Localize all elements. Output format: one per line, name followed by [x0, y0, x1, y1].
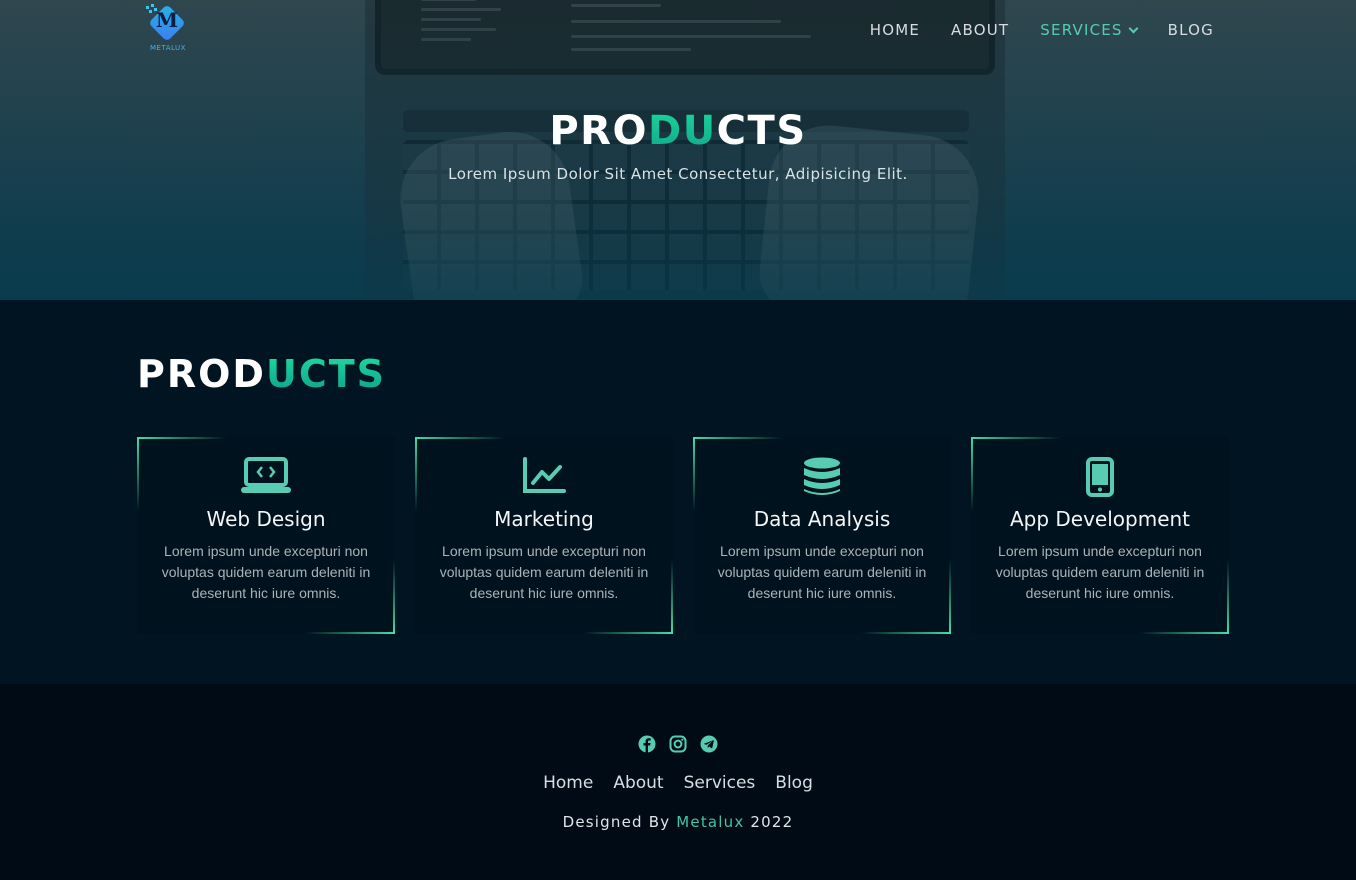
card-text: Lorem ipsum unde excepturi non voluptas …	[995, 543, 1205, 601]
card-title: App Development	[1009, 507, 1191, 531]
product-card-marketing[interactable]: Marketing Lorem ipsum unde excepturi non…	[415, 437, 673, 634]
logo-text: METALUX	[150, 44, 186, 52]
card-text: Lorem ipsum unde excepturi non voluptas …	[717, 543, 927, 601]
product-card-web-design[interactable]: Web Design Lorem ipsum unde excepturi no…	[137, 437, 395, 634]
hero-title-highlight: DU	[647, 108, 717, 154]
chart-line-icon	[415, 457, 673, 497]
footer-links: Home About Services Blog	[0, 773, 1356, 793]
database-icon	[693, 457, 951, 497]
product-card-data-analysis[interactable]: Data Analysis Lorem ipsum unde excepturi…	[693, 437, 951, 634]
nav-blog-label: BLOG	[1167, 21, 1214, 39]
footer-link-about[interactable]: About	[613, 773, 663, 793]
products-section: PRODUCTS Web Design Lorem ipsum unde exc…	[0, 300, 1356, 684]
footer: Home About Services Blog Designed By Met…	[0, 684, 1356, 880]
footer-link-services[interactable]: Services	[684, 773, 756, 793]
social-links	[0, 735, 1356, 753]
hero-section: M METALUX HOME ABOUT SERVICES BLOG PRODU…	[0, 0, 1356, 300]
footer-link-home[interactable]: Home	[543, 773, 593, 793]
card-text: Lorem ipsum unde excepturi non voluptas …	[439, 543, 649, 601]
nav-home-label: HOME	[869, 21, 921, 39]
card-title: Marketing	[494, 507, 594, 531]
card-title: Data Analysis	[753, 507, 891, 531]
chevron-down-icon	[1128, 23, 1139, 33]
products-title-highlight: UCTS	[265, 352, 387, 396]
facebook-icon[interactable]	[638, 735, 656, 753]
nav-item-blog[interactable]: BLOG	[1168, 21, 1214, 39]
telegram-icon[interactable]	[700, 735, 718, 753]
credit-prefix: Designed By	[562, 813, 671, 831]
credit-year: 2022	[750, 813, 794, 831]
instagram-icon[interactable]	[669, 735, 687, 753]
nav-item-about[interactable]: ABOUT	[951, 21, 1009, 39]
products-title: PRODUCTS	[137, 352, 386, 396]
hero-title-part1: PRO	[549, 108, 648, 154]
card-text: Lorem ipsum unde excepturi non voluptas …	[161, 543, 371, 601]
hero-title: PRODUCTS	[0, 108, 1356, 154]
main-nav: HOME ABOUT SERVICES BLOG	[839, 21, 1214, 39]
product-card-app-development[interactable]: App Development Lorem ipsum unde exceptu…	[971, 437, 1229, 634]
credit-brand-link[interactable]: Metalux	[676, 813, 744, 831]
footer-link-blog[interactable]: Blog	[775, 773, 813, 793]
nav-item-services[interactable]: SERVICES	[1040, 21, 1139, 39]
card-title: Web Design	[206, 507, 326, 531]
site-logo[interactable]: M METALUX	[146, 4, 190, 54]
nav-item-home[interactable]: HOME	[870, 21, 920, 39]
mobile-icon	[971, 457, 1229, 497]
hero-title-part2: CTS	[716, 108, 807, 154]
laptop-code-icon	[137, 457, 395, 497]
products-title-part1: PROD	[137, 352, 266, 396]
nav-services-label: SERVICES	[1040, 21, 1123, 39]
nav-about-label: ABOUT	[951, 21, 1010, 39]
footer-credit: Designed By Metalux 2022	[0, 813, 1356, 831]
logo-letter: M	[155, 8, 179, 32]
hero-subtitle: Lorem Ipsum Dolor Sit Amet Consectetur, …	[448, 165, 908, 183]
